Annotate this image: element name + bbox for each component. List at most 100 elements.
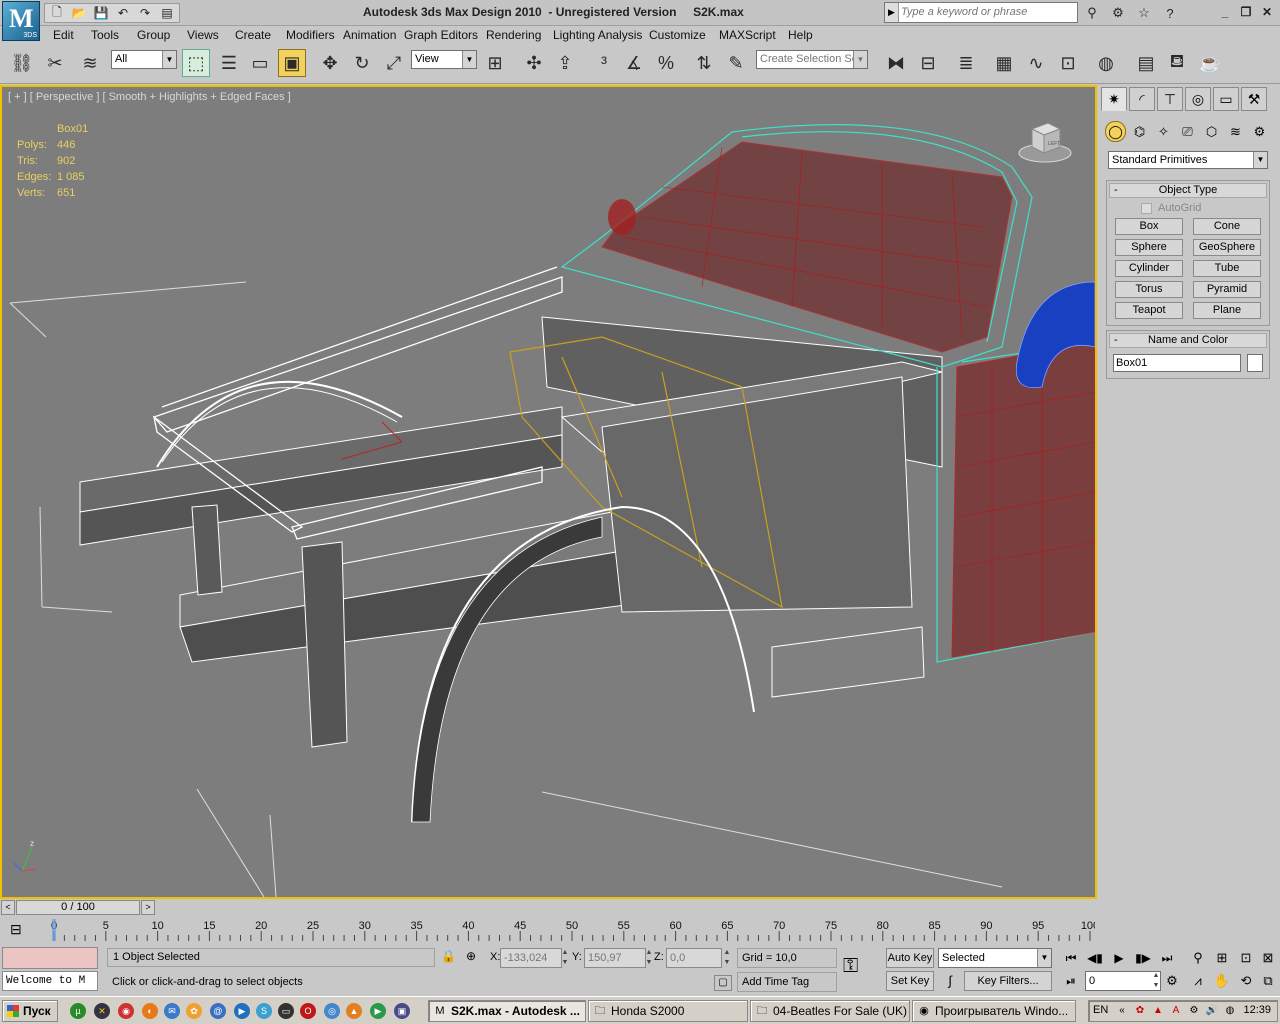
- go-to-start-icon[interactable]: ⏮: [1060, 948, 1082, 968]
- object-name-field[interactable]: Box01: [1113, 354, 1242, 372]
- mail-icon[interactable]: @: [210, 1003, 226, 1019]
- motion-tab-icon[interactable]: ◎: [1185, 87, 1211, 111]
- x-spinner-icon[interactable]: ▲ ▼: [560, 948, 570, 968]
- tube-button[interactable]: Tube: [1193, 260, 1261, 277]
- thunderbird-icon[interactable]: ✉: [164, 1003, 180, 1019]
- cameras-icon[interactable]: ⎚: [1177, 121, 1198, 142]
- maxscript-listener-pink[interactable]: [2, 947, 98, 969]
- window-crossing-icon[interactable]: ▣: [278, 49, 306, 77]
- reference-coordinate-dropdown[interactable]: View ▼: [411, 50, 477, 69]
- perspective-viewport[interactable]: [ + ] [ Perspective ] [ Smooth + Highlig…: [0, 85, 1097, 899]
- help-icon[interactable]: ?: [1158, 3, 1182, 23]
- torus-button[interactable]: Torus: [1115, 281, 1183, 298]
- tray-expand-icon[interactable]: «: [1115, 1004, 1129, 1018]
- binoculars-icon[interactable]: ⚲: [1080, 3, 1104, 23]
- tray-tool-icon[interactable]: ⚙: [1187, 1004, 1201, 1018]
- language-indicator[interactable]: EN: [1093, 1004, 1108, 1016]
- snaps-toggle-icon[interactable]: ³: [590, 49, 618, 77]
- time-configuration-icon[interactable]: ⚙: [1162, 971, 1182, 991]
- render-setup-icon[interactable]: ▤: [1132, 49, 1160, 77]
- new-icon[interactable]: 🗋: [47, 4, 67, 22]
- go-to-end-icon[interactable]: ⏭: [1156, 948, 1178, 968]
- opera-icon[interactable]: O: [300, 1003, 316, 1019]
- curve-editor-icon[interactable]: ∿: [1022, 49, 1050, 77]
- lights-icon[interactable]: ✧: [1153, 121, 1174, 142]
- favorites-star-icon[interactable]: ☆: [1132, 3, 1156, 23]
- firefox-icon[interactable]: ◐: [142, 1003, 158, 1019]
- taskbar-item-media-player[interactable]: ◉ Проигрыватель Windo...: [912, 1000, 1076, 1022]
- selection-filter-dropdown[interactable]: All ▼: [111, 50, 177, 69]
- auto-key-button[interactable]: Auto Key: [886, 948, 934, 968]
- object-color-swatch[interactable]: [1247, 354, 1263, 372]
- menu-graph-editors[interactable]: Graph Editors: [404, 28, 478, 42]
- menu-modifiers[interactable]: Modifiers: [286, 28, 335, 42]
- spinner-snap-icon[interactable]: ⇅: [690, 49, 718, 77]
- y-coord-field[interactable]: 150,97: [584, 948, 646, 968]
- menu-tools[interactable]: Tools: [91, 28, 119, 42]
- search-input[interactable]: [901, 4, 1073, 20]
- key-filters-button[interactable]: Key Filters...: [964, 971, 1052, 991]
- rectangular-selection-icon[interactable]: ▭: [246, 49, 274, 77]
- menu-customize[interactable]: Customize: [649, 28, 706, 42]
- hierarchy-tab-icon[interactable]: ⊤: [1157, 87, 1183, 111]
- menu-views[interactable]: Views: [187, 28, 219, 42]
- geosphere-button[interactable]: GeoSphere: [1193, 239, 1261, 256]
- field-of-view-icon[interactable]: ⩘: [1188, 971, 1208, 991]
- media-icon[interactable]: ▶: [370, 1003, 386, 1019]
- z-coord-field[interactable]: 0,0: [666, 948, 722, 968]
- unlink-icon[interactable]: ✂: [41, 49, 69, 77]
- set-key-button[interactable]: Set Key: [886, 971, 934, 991]
- next-key-icon[interactable]: ▮▶: [1132, 948, 1154, 968]
- mirror-icon[interactable]: ⧓: [882, 49, 910, 77]
- object-type-header[interactable]: - Object Type: [1109, 183, 1267, 198]
- shapes-icon[interactable]: ⌬: [1129, 121, 1150, 142]
- search-collapse-icon[interactable]: ▶: [885, 3, 899, 22]
- rotate-icon[interactable]: ↻: [348, 49, 376, 77]
- mini-curve-editor-icon[interactable]: ⊟: [10, 921, 22, 938]
- viewport-label[interactable]: [ + ] [ Perspective ] [ Smooth + Highlig…: [8, 91, 291, 103]
- percent-snap-icon[interactable]: %: [652, 49, 680, 77]
- start-button[interactable]: Пуск: [2, 1000, 58, 1022]
- pyramid-button[interactable]: Pyramid: [1193, 281, 1261, 298]
- timeline-ruler[interactable]: 0510152025303540455055606570758085909510…: [50, 919, 1095, 941]
- angle-snap-icon[interactable]: ∡: [620, 49, 648, 77]
- volume-icon[interactable]: 🔊: [1205, 1004, 1219, 1018]
- frame-spinner-icon[interactable]: ▲ ▼: [1151, 971, 1161, 991]
- set-key-icon[interactable]: ⚿: [843, 955, 858, 978]
- graphite-modeling-icon[interactable]: ▦: [990, 49, 1018, 77]
- scale-icon[interactable]: ⤢: [380, 49, 408, 77]
- close-icon[interactable]: ✕: [1258, 4, 1276, 20]
- select-object-icon[interactable]: ⬚: [182, 49, 210, 77]
- menu-help[interactable]: Help: [788, 28, 813, 42]
- time-slider-thumb[interactable]: 0 / 100: [16, 900, 140, 915]
- helpers-icon[interactable]: ⬡: [1201, 121, 1222, 142]
- layer-manager-icon[interactable]: ≣: [952, 49, 980, 77]
- name-color-header[interactable]: - Name and Color: [1109, 333, 1267, 348]
- menu-edit[interactable]: Edit: [53, 28, 74, 42]
- move-icon[interactable]: ✥: [316, 49, 344, 77]
- create-tab-icon[interactable]: ✷: [1101, 87, 1127, 111]
- default-in-out-tangent-icon[interactable]: ∫: [940, 971, 960, 991]
- taskbar-item-3dsmax[interactable]: M S2K.max - Autodesk ...: [428, 1000, 586, 1022]
- add-time-tag[interactable]: Add Time Tag: [737, 972, 837, 992]
- vlc-icon[interactable]: ▲: [346, 1003, 362, 1019]
- project-icon[interactable]: ▤: [157, 4, 177, 22]
- y-spinner-icon[interactable]: ▲ ▼: [644, 948, 654, 968]
- manipulate-icon[interactable]: ✣: [520, 49, 548, 77]
- box-button[interactable]: Box: [1115, 218, 1183, 235]
- subscription-icon[interactable]: ⚙: [1106, 3, 1130, 23]
- plane-button[interactable]: Plane: [1193, 302, 1261, 319]
- show-desktop-icon[interactable]: ▣: [394, 1003, 410, 1019]
- restore-icon[interactable]: ❐: [1237, 4, 1255, 20]
- zoom-extents-icon[interactable]: ⊡: [1236, 948, 1256, 968]
- previous-frame-icon[interactable]: <: [1, 900, 15, 915]
- infocenter-search[interactable]: ▶: [884, 2, 1078, 23]
- zoom-all-icon[interactable]: ⊞: [1212, 948, 1232, 968]
- align-icon[interactable]: ⊟: [914, 49, 942, 77]
- named-selection-set-field[interactable]: Create Selection Se ▼: [756, 50, 868, 69]
- pivot-center-icon[interactable]: ⊞: [481, 49, 509, 77]
- keyboard-shortcut-toggle-icon[interactable]: ⇪: [551, 49, 579, 77]
- chrome-icon[interactable]: ◉: [118, 1003, 134, 1019]
- menu-rendering[interactable]: Rendering: [486, 28, 541, 42]
- time-tag-icon[interactable]: ▢: [714, 975, 732, 991]
